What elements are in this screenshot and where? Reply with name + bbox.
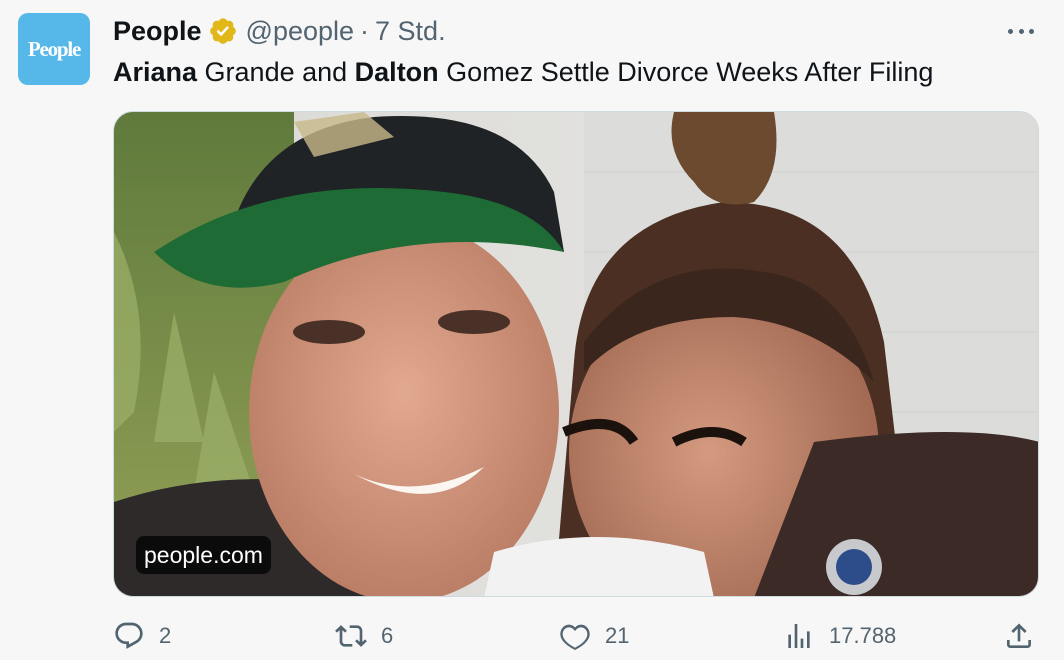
like-count: 21 <box>605 623 630 648</box>
author-name[interactable]: People <box>113 16 202 47</box>
views-count: 17.788 <box>829 623 897 648</box>
tweet-media-card[interactable]: people.com <box>113 111 1039 597</box>
tweet-text: Ariana Grande and Dalton Gomez Settle Di… <box>113 52 933 92</box>
author-handle[interactable]: @people <box>246 16 355 47</box>
more-options-icon[interactable] <box>1004 18 1038 44</box>
verified-badge-icon[interactable] <box>208 16 238 46</box>
share-button[interactable] <box>1003 616 1035 656</box>
heart-icon <box>560 624 590 651</box>
reply-icon <box>115 622 143 649</box>
link-domain-badge[interactable]: people.com <box>136 536 271 574</box>
like-button[interactable]: 21 <box>559 616 629 656</box>
retweet-button[interactable]: 6 <box>335 616 393 656</box>
reply-count: 2 <box>159 623 172 648</box>
tweet-timestamp[interactable]: 7 Std. <box>375 16 446 47</box>
tweet-text-bold-dalton: Dalton <box>354 57 439 87</box>
views-chart-icon <box>788 624 810 648</box>
share-icon <box>1007 623 1031 648</box>
tweet-card[interactable]: People People @people · 7 Std. Ariana Gr… <box>0 0 1064 660</box>
tweet-photo <box>114 112 1038 596</box>
tweet-text-bold-ariana: Ariana <box>113 57 198 87</box>
tweet-text-segment: Gomez Settle Divorce Weeks After Filing <box>438 57 934 87</box>
header-separator: · <box>360 15 370 46</box>
tweet-actions-bar: 2 6 21 17.788 <box>113 616 1039 656</box>
retweet-count: 6 <box>381 623 394 648</box>
views-button[interactable]: 17.788 <box>783 616 896 656</box>
avatar-logo-text: People <box>27 36 82 61</box>
reply-button[interactable]: 2 <box>113 616 171 656</box>
author-avatar[interactable]: People <box>18 13 90 85</box>
tweet-header: People @people · 7 Std. <box>113 14 446 48</box>
retweet-icon <box>335 625 367 647</box>
tweet-text-segment: Grande and <box>197 57 355 87</box>
